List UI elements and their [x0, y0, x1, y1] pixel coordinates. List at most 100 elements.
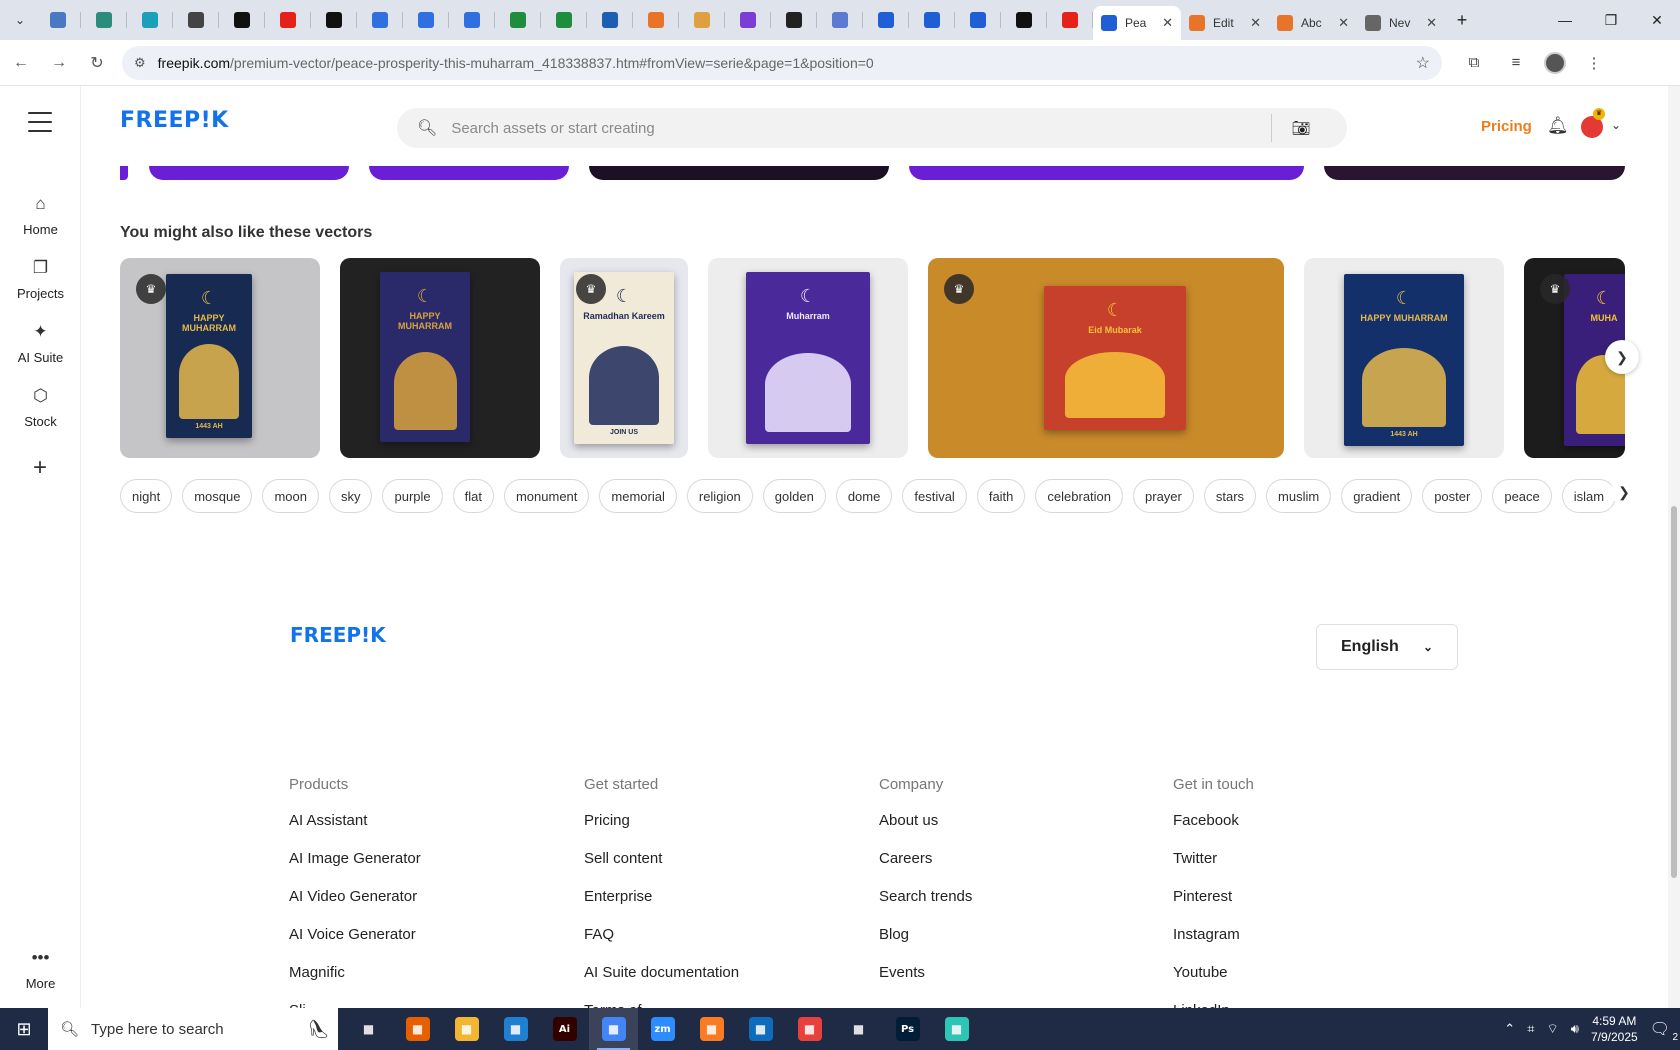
footer-link[interactable]: Careers [879, 849, 972, 887]
language-selector[interactable]: English ⌄ [1316, 624, 1458, 670]
pinned-tab[interactable] [955, 0, 1001, 40]
footer-link[interactable]: LinkedIn [1173, 1001, 1254, 1008]
new-tab-button[interactable]: + [1445, 0, 1479, 40]
sidebar-item-more[interactable]: ••• More [0, 948, 81, 991]
tag-chip[interactable]: peace [1492, 479, 1552, 513]
vector-card[interactable]: ☾ HAPPY MUHARRAM 1443 AH ♛ [120, 258, 320, 458]
pinned-tab[interactable] [173, 0, 219, 40]
pricing-link[interactable]: Pricing [1481, 118, 1532, 135]
footer-link[interactable]: Terms of [584, 1001, 739, 1008]
previous-row-card[interactable] [909, 166, 1304, 180]
previous-row-card[interactable] [149, 166, 349, 180]
taskbar-app[interactable]: Ps [883, 1008, 932, 1050]
taskbar-app[interactable]: Ai [540, 1008, 589, 1050]
pinned-tab[interactable] [771, 0, 817, 40]
footer-link[interactable]: AI Assistant [289, 811, 421, 849]
footer-link[interactable]: AI Suite documentation [584, 963, 739, 1001]
tab-search-button[interactable]: ⌄ [5, 5, 35, 35]
pinned-tab[interactable] [311, 0, 357, 40]
kebab-menu-icon[interactable]: ⋮ [1580, 49, 1608, 77]
footer-link[interactable]: Facebook [1173, 811, 1254, 849]
tag-chip[interactable]: monument [503, 479, 590, 513]
taskbar-app[interactable]: ■ [687, 1008, 736, 1050]
restore-button[interactable]: ❐ [1588, 0, 1634, 40]
close-icon[interactable]: ✕ [1250, 15, 1261, 31]
tag-chip[interactable]: islam [1561, 479, 1617, 513]
chevron-up-icon[interactable]: ⌃ [1504, 1021, 1515, 1037]
reload-button[interactable]: ↻ [80, 46, 114, 80]
pinned-tab[interactable] [817, 0, 863, 40]
pinned-tab[interactable] [725, 0, 771, 40]
tag-chip[interactable]: golden [762, 479, 826, 513]
bell-icon[interactable]: 🔔︎ [1547, 116, 1569, 136]
pinned-tab[interactable] [403, 0, 449, 40]
footer-link[interactable]: AI Image Generator [289, 849, 421, 887]
vector-card[interactable]: ☾ Muharram [708, 258, 908, 458]
taskbar-app[interactable]: ■ [785, 1008, 834, 1050]
footer-link[interactable]: Magnific [289, 963, 421, 1001]
tag-chip[interactable]: prayer [1133, 479, 1194, 513]
volume-icon[interactable]: 🔊︎ [1571, 1021, 1579, 1037]
pinned-tab[interactable] [1001, 0, 1047, 40]
footer-link[interactable]: Twitter [1173, 849, 1254, 887]
browser-tab[interactable]: Edit ✕ [1181, 6, 1269, 40]
pinned-tab[interactable] [909, 0, 955, 40]
create-plus-button[interactable]: + [22, 450, 58, 486]
footer-link[interactable]: Search trends [879, 887, 972, 925]
tag-chip[interactable]: stars [1203, 479, 1257, 513]
hamburger-menu-icon[interactable] [28, 112, 52, 132]
pinned-tab[interactable] [495, 0, 541, 40]
profile-avatar[interactable] [1544, 51, 1566, 74]
previous-row-card[interactable] [1324, 166, 1625, 180]
taskbar-search[interactable]: 🔍︎ Type here to search 👠︎ [48, 1008, 338, 1050]
vector-card[interactable]: ☾ HAPPY MUHARRAM 1443 AH [1304, 258, 1504, 458]
footer-link[interactable]: Enterprise [584, 887, 739, 925]
tag-chip[interactable]: faith [976, 479, 1026, 513]
previous-row-card[interactable] [589, 166, 889, 180]
taskbar-app[interactable]: zm [638, 1008, 687, 1050]
tags-next-button[interactable]: ❯ [1612, 484, 1636, 501]
notification-icon[interactable]: 🗨︎ 2 [1650, 1019, 1678, 1043]
address-bar[interactable]: ⚙ freepik.com/premium-vector/peace-prosp… [122, 45, 1442, 80]
footer-link[interactable]: Blog [879, 925, 972, 963]
pinned-tab[interactable] [633, 0, 679, 40]
media-controls-icon[interactable]: ≡ [1502, 49, 1530, 77]
vector-card[interactable]: ☾ HAPPY MUHARRAM [340, 258, 540, 458]
tag-chip[interactable]: festival [902, 479, 967, 513]
carousel-next-button[interactable]: ❯ [1605, 340, 1639, 374]
pinned-tab[interactable] [81, 0, 127, 40]
start-button[interactable]: ⊞ [0, 1008, 48, 1050]
bookmark-star-icon[interactable]: ☆ [1416, 53, 1430, 73]
site-info-icon[interactable]: ⚙ [134, 55, 146, 71]
browser-tab[interactable]: Pea ✕ [1093, 6, 1181, 40]
taskbar-app[interactable]: ■ [393, 1008, 442, 1050]
minimize-button[interactable]: — [1542, 0, 1588, 40]
tag-chip[interactable]: gradient [1341, 479, 1413, 513]
close-icon[interactable]: ✕ [1426, 15, 1437, 31]
close-icon[interactable]: ✕ [1162, 15, 1173, 31]
pinned-tab[interactable] [127, 0, 173, 40]
tag-chip[interactable]: moon [262, 479, 319, 513]
tag-chip[interactable]: dome [835, 479, 893, 513]
previous-row-card[interactable] [369, 166, 569, 180]
tag-chip[interactable]: flat [452, 479, 494, 513]
pinned-tab[interactable] [219, 0, 265, 40]
taskbar-app[interactable]: ■ [736, 1008, 785, 1050]
tag-chip[interactable]: muslim [1266, 479, 1332, 513]
pinned-tab[interactable] [541, 0, 587, 40]
pinned-tab[interactable] [679, 0, 725, 40]
close-icon[interactable]: ✕ [1338, 15, 1349, 31]
back-button[interactable]: ← [4, 46, 38, 80]
freepik-logo[interactable]: FREEP!K [120, 108, 229, 133]
scrollbar-thumb[interactable] [1671, 506, 1677, 878]
tag-chip[interactable]: memorial [599, 479, 677, 513]
clock[interactable]: 4:59 AM 7/9/2025 [1591, 1013, 1638, 1045]
sidebar-item-home[interactable]: ⌂ Home [0, 194, 81, 237]
chevron-down-icon[interactable]: ⌄ [1611, 118, 1621, 132]
footer-link[interactable]: Sell content [584, 849, 739, 887]
vector-card[interactable]: ☾ Ramadhan Kareem JOIN US ♛ [560, 258, 688, 458]
taskbar-app[interactable]: ■ [834, 1008, 883, 1050]
extensions-icon[interactable]: ⧉ [1460, 49, 1488, 77]
tag-chip[interactable]: celebration [1035, 479, 1124, 513]
footer-link[interactable]: Instagram [1173, 925, 1254, 963]
